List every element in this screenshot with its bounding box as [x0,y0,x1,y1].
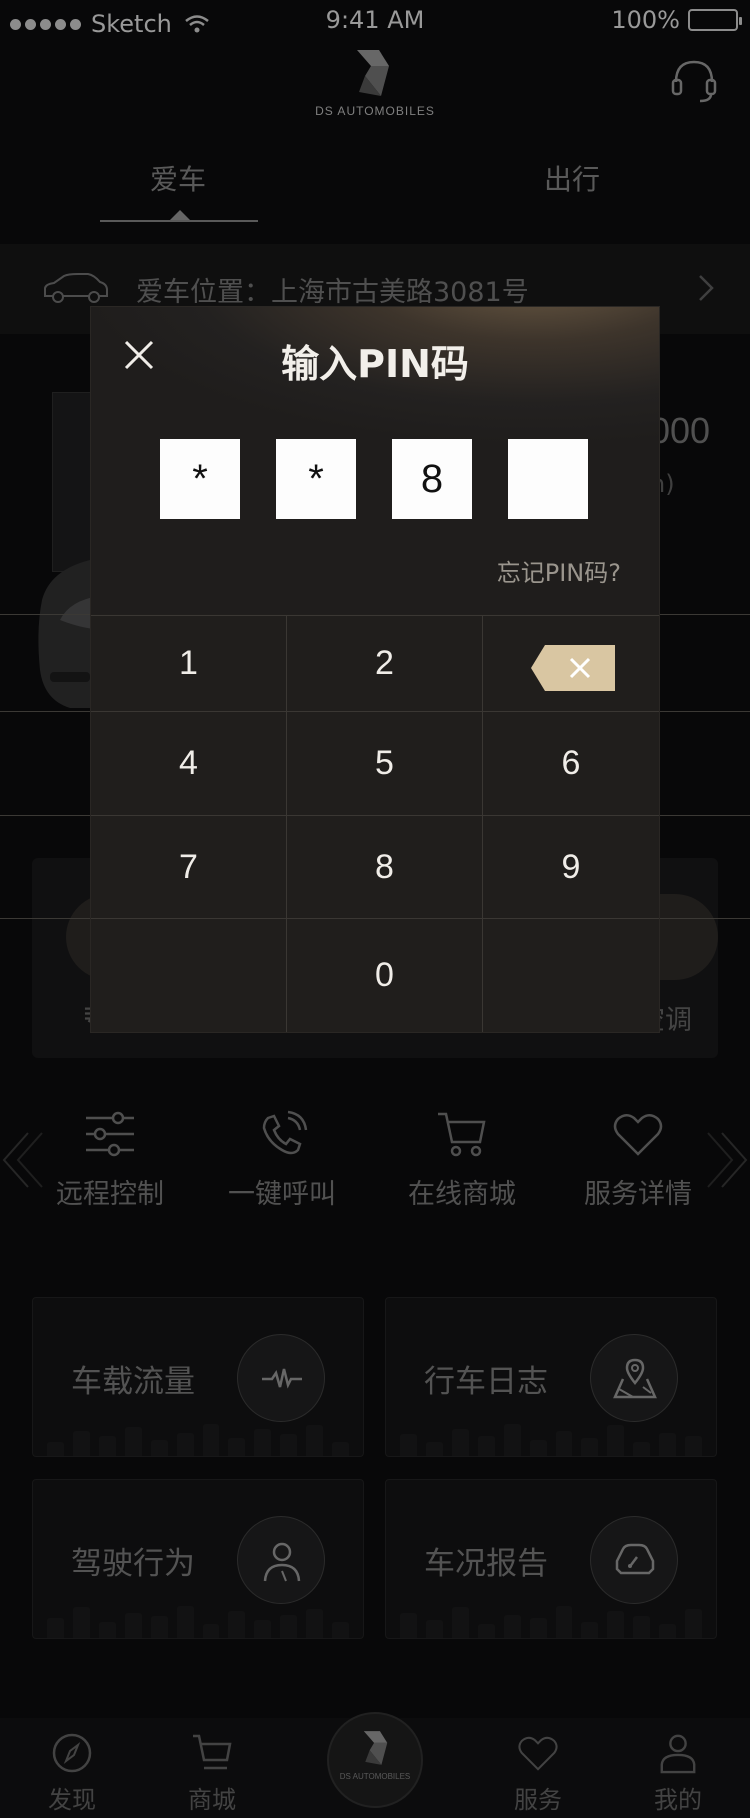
pin-digit-box[interactable]: * [276,439,356,519]
key-0[interactable]: 0 [287,919,483,1032]
key-1[interactable]: 1 [91,615,287,712]
key-5[interactable]: 5 [287,712,483,816]
key-blank [91,919,287,1032]
pin-digit-box[interactable]: * [160,439,240,519]
key-9[interactable]: 9 [483,816,659,919]
delete-key[interactable] [483,919,659,1032]
pin-digit-box[interactable]: 8 [392,439,472,519]
pin-modal-header: 输入PIN码 * * 8 忘记PIN码? [91,307,659,614]
pin-modal: 输入PIN码 * * 8 忘记PIN码? 1 2 3 4 5 6 7 8 9 0 [91,307,659,1032]
key-2[interactable]: 2 [287,615,483,712]
forgot-pin-link[interactable]: 忘记PIN码? [497,553,621,588]
pin-input[interactable]: * * 8 [160,439,590,519]
backspace-icon[interactable] [531,645,615,691]
pin-modal-title: 输入PIN码 [281,342,469,386]
key-8[interactable]: 8 [287,816,483,919]
key-4[interactable]: 4 [91,712,287,816]
pin-digit-box[interactable] [508,439,588,519]
key-6[interactable]: 6 [483,712,659,816]
key-7[interactable]: 7 [91,816,287,919]
